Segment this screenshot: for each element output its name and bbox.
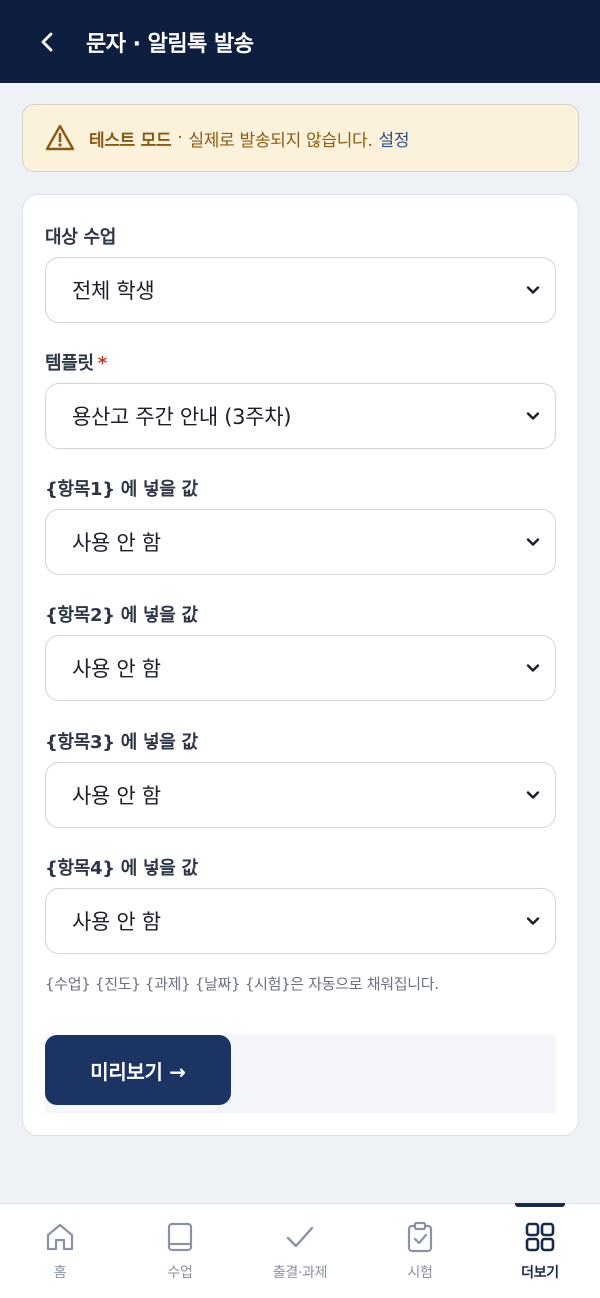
nav-item-home[interactable]: 홈: [0, 1204, 120, 1298]
nav-item-exam[interactable]: 시험: [360, 1204, 480, 1298]
target-class-value: 전체 학생: [72, 279, 155, 303]
chevron-down-icon: [526, 412, 540, 420]
template-select[interactable]: 용산고 주간 안내 (3주차): [45, 383, 556, 449]
banner-message: 실제로 발송되지 않습니다.: [188, 130, 373, 151]
banner-separator: ·: [177, 128, 183, 148]
field-3-select[interactable]: 사용 안 함: [45, 762, 556, 828]
field-4-value: 사용 안 함: [72, 910, 161, 934]
field-3-value: 사용 안 함: [72, 784, 161, 808]
target-class-label: 대상 수업: [45, 227, 117, 248]
chevron-left-icon: [41, 32, 53, 51]
nav-label-attendance: 출결·과제: [272, 1265, 328, 1281]
nav-label-exam: 시험: [407, 1265, 433, 1281]
target-class-select[interactable]: 전체 학생: [45, 257, 556, 323]
nav-item-class[interactable]: 수업: [120, 1204, 240, 1298]
bottom-nav: 홈 수업 출결·과제 시험 더보기: [0, 1203, 600, 1298]
field-3-label: {항목3} 에 넣을 값: [45, 732, 198, 753]
field-2-value: 사용 안 함: [72, 657, 161, 681]
warning-icon: [45, 123, 75, 153]
back-button[interactable]: [20, 14, 76, 70]
nav-label-class: 수업: [167, 1265, 193, 1281]
chevron-down-icon: [526, 917, 540, 925]
chevron-down-icon: [526, 538, 540, 546]
check-icon: [283, 1220, 317, 1254]
nav-label-home: 홈: [53, 1265, 67, 1281]
book-icon: [163, 1220, 197, 1254]
required-mark: *: [97, 353, 107, 374]
field-4-label: {항목4} 에 넣을 값: [45, 858, 198, 879]
template-label: 템플릿 *: [45, 349, 107, 375]
field-2-label: {항목2} 에 넣을 값: [45, 605, 198, 626]
field-1-value: 사용 안 함: [72, 531, 161, 555]
template-label-text: 템플릿: [45, 353, 94, 374]
clipboard-icon: [403, 1220, 437, 1254]
preview-area: 미리보기 →: [45, 1035, 556, 1113]
preview-button[interactable]: 미리보기 →: [45, 1035, 231, 1105]
grid-icon: [523, 1220, 557, 1254]
settings-link[interactable]: 설정: [379, 126, 410, 151]
chevron-down-icon: [526, 664, 540, 672]
send-form-card: 대상 수업 전체 학생 템플릿 * 용산고 주간 안내 (3주차) {항목1} 에…: [22, 194, 579, 1136]
test-mode-banner: 테스트 모드 · 실제로 발송되지 않습니다. 설정: [22, 104, 579, 172]
page-title: 문자 · 알림톡 발송: [86, 31, 254, 57]
nav-item-more[interactable]: 더보기: [480, 1203, 600, 1298]
test-mode-label: 테스트 모드: [89, 130, 172, 151]
home-icon: [43, 1220, 77, 1254]
chevron-down-icon: [526, 286, 540, 294]
nav-item-attendance[interactable]: 출결·과제: [240, 1204, 360, 1298]
template-value: 용산고 주간 안내 (3주차): [72, 405, 292, 429]
chevron-down-icon: [526, 791, 540, 799]
field-1-label: {항목1} 에 넣을 값: [45, 479, 198, 500]
auto-fill-hint: {수업} {진도} {과제} {날짜} {시험}은 자동으로 채워집니다.: [45, 975, 439, 993]
nav-label-more: 더보기: [521, 1265, 559, 1281]
field-2-select[interactable]: 사용 안 함: [45, 635, 556, 701]
app-header: 문자 · 알림톡 발송: [0, 0, 600, 83]
field-1-select[interactable]: 사용 안 함: [45, 509, 556, 575]
field-4-select[interactable]: 사용 안 함: [45, 888, 556, 954]
